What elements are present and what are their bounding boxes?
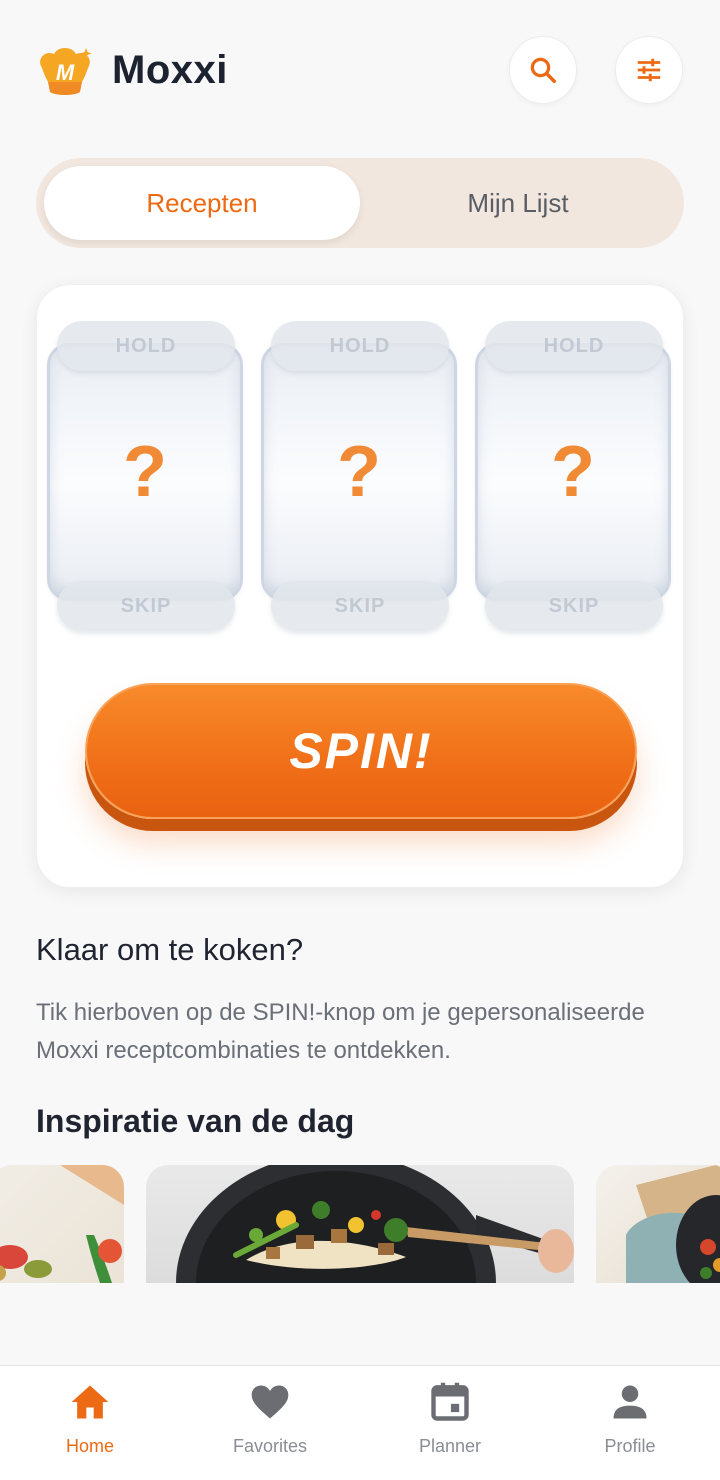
reel-symbol: ?	[551, 432, 595, 512]
nav-home[interactable]: Home	[0, 1366, 180, 1480]
search-button[interactable]	[509, 36, 577, 104]
reel-1: ?	[47, 343, 243, 601]
reel-symbol: ?	[337, 432, 381, 512]
person-icon	[613, 1385, 647, 1419]
app-header: M Moxxi	[0, 30, 720, 110]
nav-label: Planner	[418, 1436, 482, 1456]
slot-machine-card: ? HOLD SKIP ? HOLD SKIP ? HOLD SKIP SPIN…	[36, 284, 684, 888]
search-icon	[530, 57, 556, 83]
segmented-tabs: Recepten Mijn Lijst	[36, 158, 684, 248]
sliders-icon	[637, 58, 661, 82]
recipe-card[interactable]	[0, 1165, 124, 1283]
recipe-image	[176, 1165, 574, 1283]
inspiration-heading: Inspiratie van de dag	[36, 1103, 355, 1139]
nav-label: Favorites	[232, 1436, 308, 1456]
reel-symbol: ?	[123, 432, 167, 512]
hold-button[interactable]: HOLD	[271, 321, 449, 371]
spin-label: SPIN!	[289, 723, 433, 779]
nav-favorites[interactable]: Favorites	[180, 1366, 360, 1480]
tab-mijn-lijst[interactable]: Mijn Lijst	[360, 166, 676, 240]
recipe-image	[0, 1165, 124, 1283]
skip-button[interactable]: SKIP	[485, 581, 663, 631]
hold-button[interactable]: HOLD	[57, 321, 235, 371]
calendar-icon	[431, 1382, 469, 1421]
nav-label: Profile	[604, 1436, 656, 1456]
hold-button[interactable]: HOLD	[485, 321, 663, 371]
filter-button[interactable]	[615, 36, 683, 104]
svg-text:M: M	[56, 60, 75, 85]
spin-button[interactable]: SPIN!	[85, 683, 637, 819]
app-title: Moxxi	[112, 48, 228, 92]
intro-body: Tik hierboven op de SPIN!-knop om je gep…	[36, 999, 645, 1064]
reel-3: ?	[475, 343, 671, 601]
inspiration-carousel[interactable]	[0, 1165, 720, 1283]
nav-planner[interactable]: Planner	[360, 1366, 540, 1480]
skip-button[interactable]: SKIP	[271, 581, 449, 631]
tab-recepten[interactable]: Recepten	[44, 166, 360, 240]
recipe-image	[626, 1165, 720, 1283]
nav-profile[interactable]: Profile	[540, 1366, 720, 1480]
home-icon	[71, 1385, 109, 1419]
heart-icon	[251, 1385, 289, 1419]
chef-hat-logo-icon: M	[34, 44, 96, 98]
reel-2: ?	[261, 343, 457, 601]
intro-heading: Klaar om te koken?	[36, 932, 304, 967]
recipe-card[interactable]	[596, 1165, 720, 1283]
recipe-card[interactable]	[146, 1165, 574, 1283]
skip-button[interactable]: SKIP	[57, 581, 235, 631]
nav-label: Home	[65, 1436, 114, 1456]
bottom-navigation: Home Favorites Planner Profile	[0, 1365, 720, 1480]
